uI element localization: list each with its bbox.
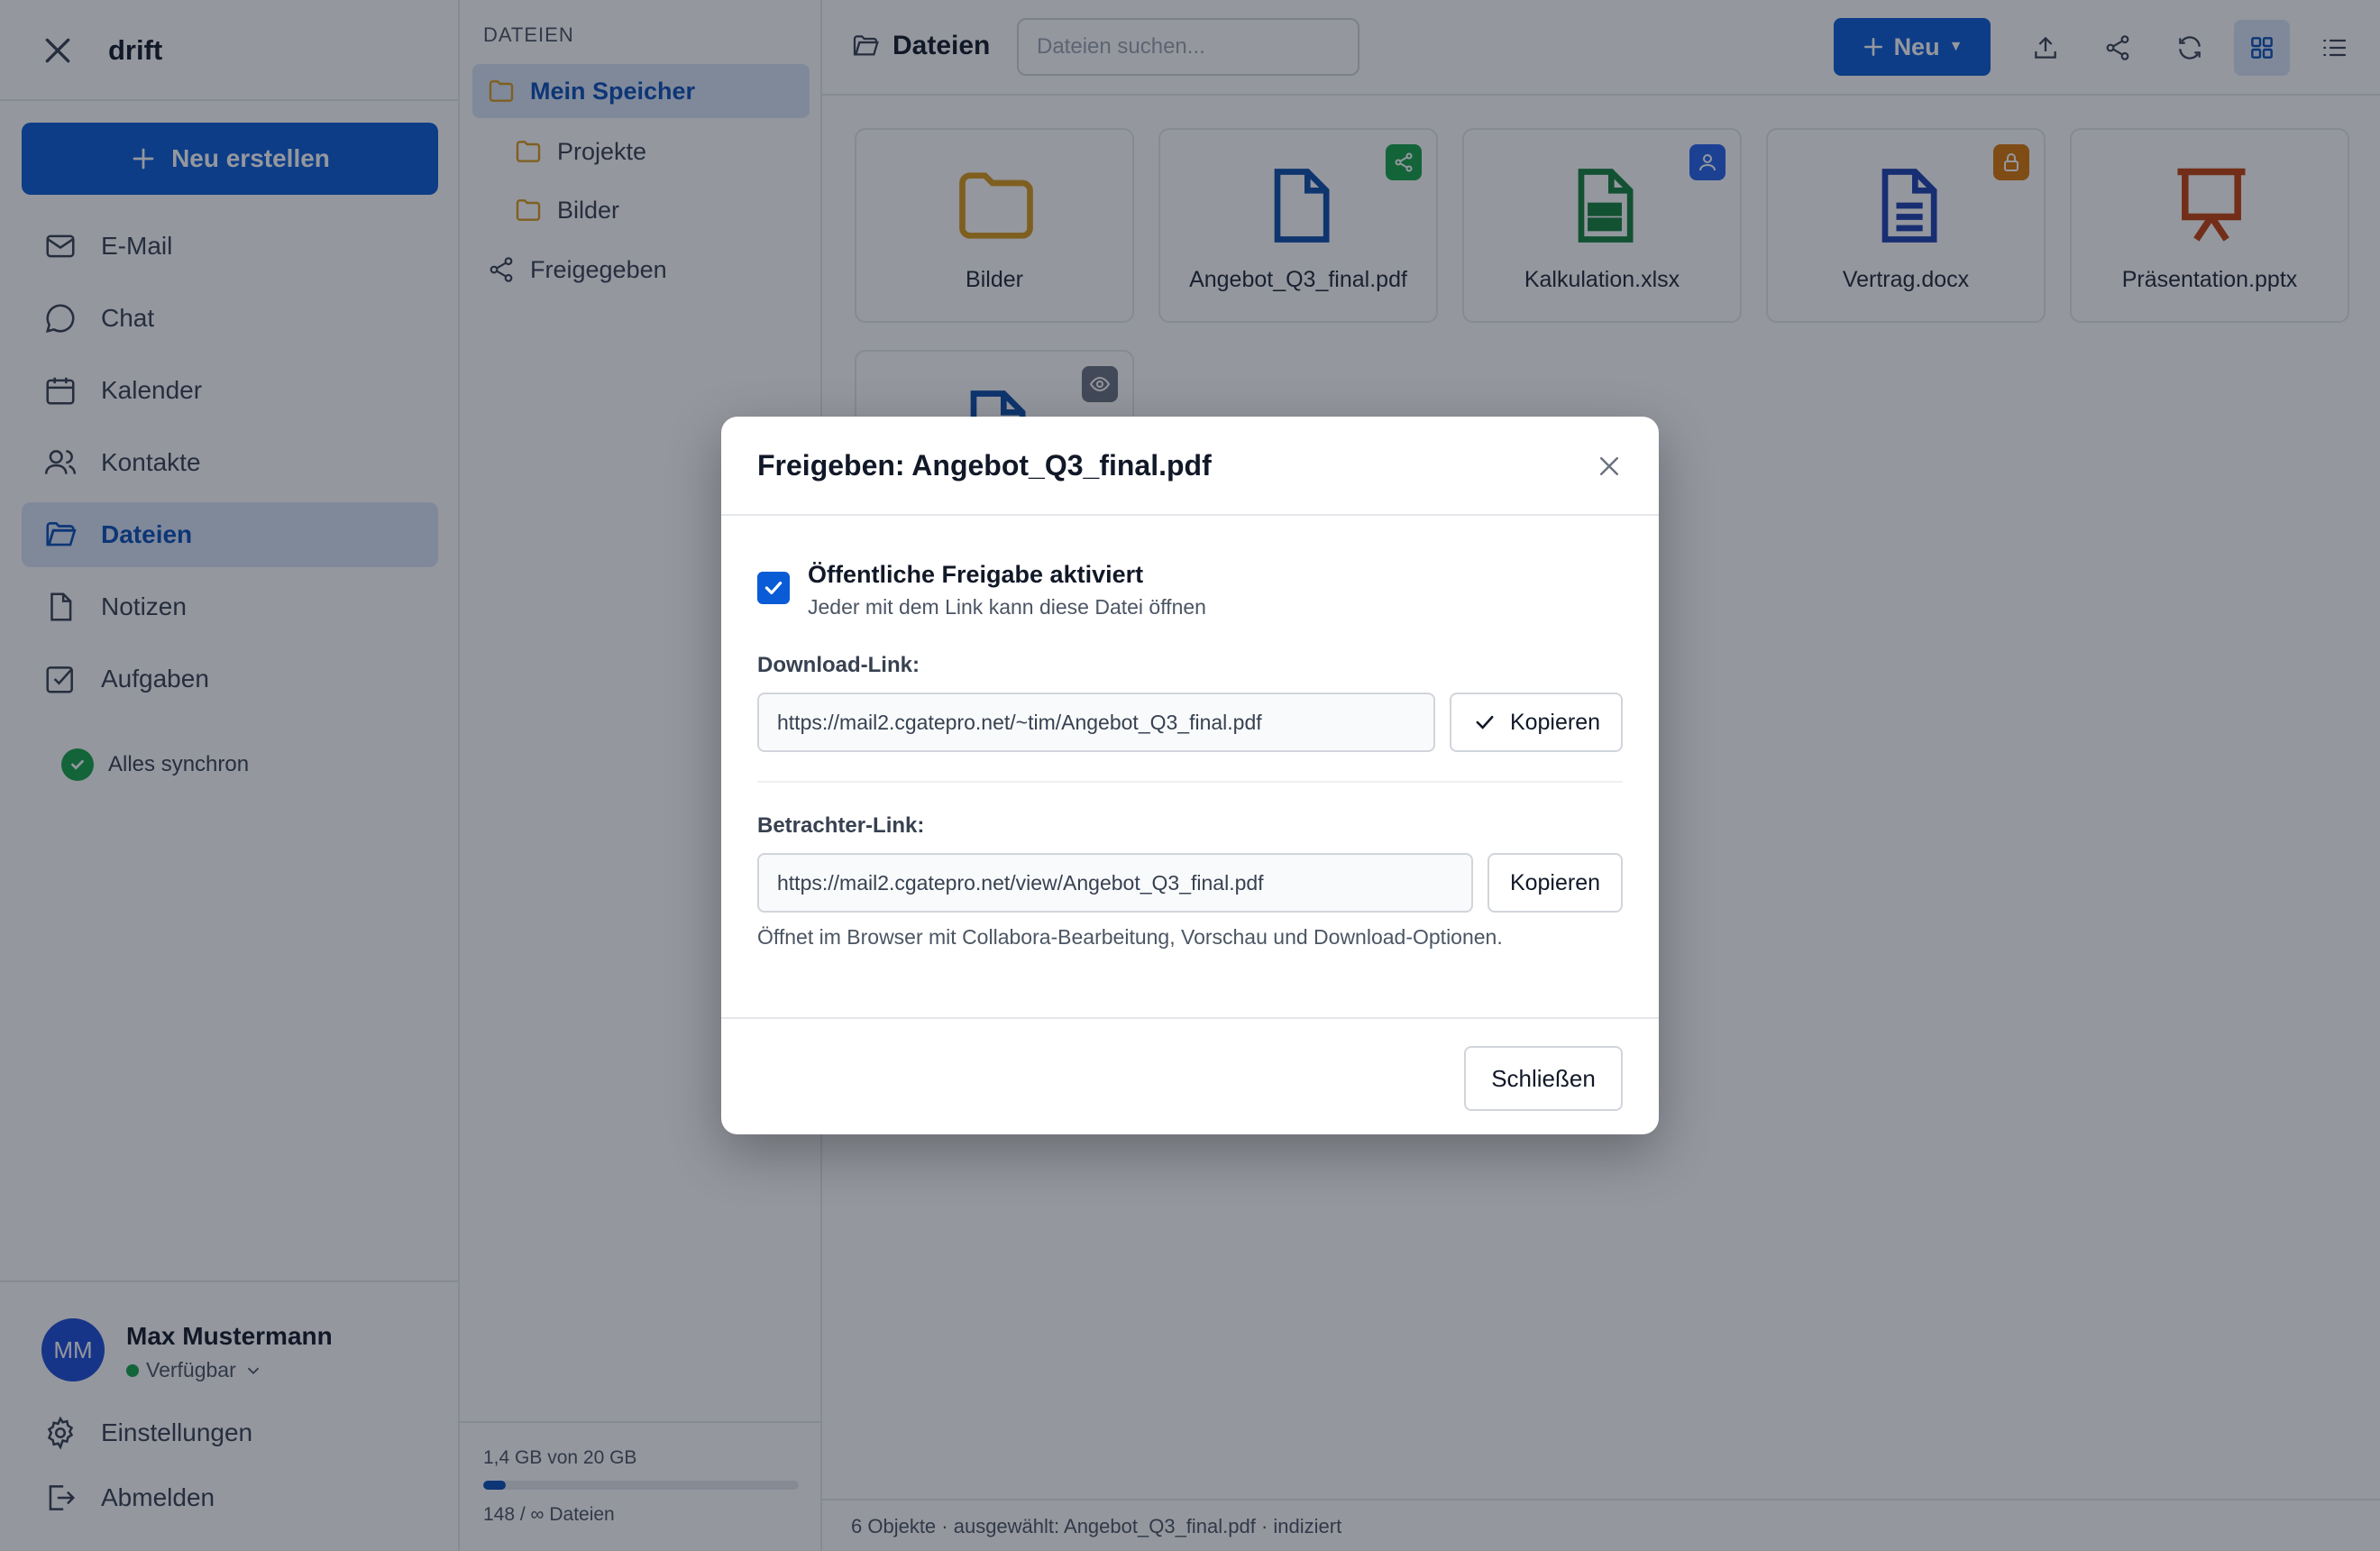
- app-window: drift Neu erstellen E-Mail Chat Kalender…: [0, 0, 2380, 1551]
- checkmark-icon: [764, 581, 783, 595]
- public-share-checkbox[interactable]: [757, 572, 790, 604]
- copy-label: Kopieren: [1509, 869, 1601, 895]
- share-dialog: Freigeben: Angebot_Q3_final.pdf Öffentli…: [721, 417, 1659, 1134]
- viewer-link-input[interactable]: [757, 853, 1473, 913]
- dialog-title: Freigeben: Angebot_Q3_final.pdf: [757, 449, 1212, 482]
- dialog-header: Freigeben: Angebot_Q3_final.pdf: [721, 417, 1659, 516]
- divider: [757, 781, 1623, 783]
- dialog-footer: Schließen: [721, 1017, 1659, 1134]
- download-link-input[interactable]: [757, 693, 1435, 752]
- copy-download-link-button[interactable]: Kopieren: [1450, 693, 1623, 752]
- download-link-label: Download-Link:: [757, 653, 920, 677]
- public-share-description: Jeder mit dem Link kann diese Datei öffn…: [808, 595, 1206, 619]
- close-button[interactable]: Schließen: [1464, 1046, 1623, 1111]
- copy-viewer-link-button[interactable]: Kopieren: [1488, 853, 1623, 913]
- public-share-label: Öffentliche Freigabe aktiviert: [808, 561, 1144, 588]
- check-icon: [1476, 715, 1494, 730]
- viewer-link-label: Betrachter-Link:: [757, 813, 925, 838]
- copy-label: Kopieren: [1509, 709, 1601, 735]
- viewer-link-hint: Öffnet im Browser mit Collabora-Bearbeit…: [757, 925, 1503, 949]
- close-icon[interactable]: [1596, 453, 1623, 480]
